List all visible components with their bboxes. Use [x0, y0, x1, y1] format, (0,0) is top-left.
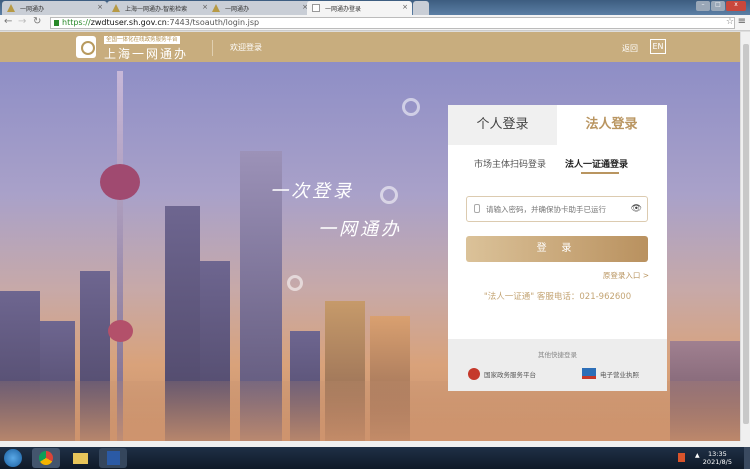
- tower-sphere: [100, 164, 140, 200]
- hotline-text: "法人一证通" 客服电话：021-962600: [483, 292, 632, 302]
- tab-label: 一网通办: [20, 6, 45, 13]
- light-ring: [287, 275, 303, 291]
- close-window-button[interactable]: x: [726, 1, 746, 11]
- scrollbar-thumb[interactable]: [743, 44, 749, 424]
- business-license-icon: [582, 368, 596, 379]
- password-field[interactable]: 👁: [466, 196, 648, 222]
- old-login-link[interactable]: 原登录入口 >: [603, 270, 649, 281]
- national-platform-login[interactable]: 国家政务服务平台: [468, 368, 536, 380]
- quick-login-label: 电子营业执照: [600, 370, 639, 379]
- taskbar: ▲ 13:35 2021/8/5: [0, 447, 750, 469]
- eye-hidden-icon[interactable]: 👁: [631, 204, 642, 214]
- logo-icon[interactable]: [76, 36, 96, 58]
- hero-slogan-1: 一次登录: [270, 181, 354, 202]
- quick-login-section: 其他快捷登录 国家政务服务平台 电子营业执照: [448, 339, 667, 391]
- close-tab-icon[interactable]: ×: [97, 3, 103, 11]
- address-bar-row: ← → ↻ https://zwdtuser.sh.gov.cn:7443/ts…: [0, 15, 750, 31]
- login-button[interactable]: 登 录: [466, 236, 648, 262]
- national-emblem-icon: [468, 368, 480, 380]
- tab-label: 一网通办登录: [325, 6, 362, 13]
- menu-icon[interactable]: ≡: [738, 16, 746, 27]
- hero-slogan-2: 一网通办: [318, 219, 402, 240]
- site-icon: [112, 4, 120, 12]
- login-panel: 个人登录 法人登录 市场主体扫码登录 法人一证通登录 👁 登 录 原登录入口 >…: [448, 105, 667, 391]
- url-input[interactable]: https://zwdtuser.sh.gov.cn:7443/tsoauth/…: [50, 17, 735, 29]
- close-tab-icon[interactable]: ×: [402, 3, 408, 11]
- browser-tab[interactable]: 一网通办 ×: [207, 1, 312, 15]
- tab-label: 一网通办: [225, 6, 250, 13]
- quick-login-title: 其他快捷登录: [538, 351, 577, 359]
- windows-start-icon[interactable]: [4, 449, 22, 467]
- url-path: :7443/tsoauth/login.jsp: [166, 18, 260, 27]
- back-link[interactable]: 返回: [622, 43, 638, 54]
- quick-login-label: 国家政务服务平台: [484, 371, 536, 379]
- url-host: zwdtuser.sh.gov.cn: [90, 18, 167, 27]
- active-subtab-indicator: [581, 172, 619, 174]
- subtab-qr-login[interactable]: 市场主体扫码登录: [474, 157, 546, 170]
- language-toggle[interactable]: EN: [650, 39, 666, 54]
- tab-label: 上海一网通办-智能检索: [125, 6, 188, 13]
- browser-tab-active[interactable]: 一网通办登录 ×: [307, 1, 412, 15]
- reload-icon[interactable]: ↻: [33, 16, 41, 27]
- back-arrow-icon[interactable]: ←: [4, 16, 12, 27]
- word-taskbar-icon[interactable]: [99, 448, 127, 468]
- page-icon: [312, 4, 320, 12]
- window-controls: – □ x: [696, 1, 746, 11]
- tab-legal-login[interactable]: 法人登录: [557, 105, 666, 145]
- tab-personal-login[interactable]: 个人登录: [448, 105, 557, 145]
- light-ring: [380, 186, 398, 204]
- clock[interactable]: 13:35 2021/8/5: [703, 450, 732, 466]
- site-header: 全国一体化在线政务服务平台 上海一网通办 欢迎登录 返回 EN: [0, 32, 740, 62]
- clock-date: 2021/8/5: [702, 458, 732, 466]
- forward-arrow-icon[interactable]: →: [18, 16, 26, 27]
- browser-tab[interactable]: 一网通办 ×: [2, 1, 107, 15]
- chrome-taskbar-icon[interactable]: [32, 448, 60, 468]
- new-tab-button[interactable]: [413, 1, 429, 15]
- bookmark-star-icon[interactable]: ☆: [726, 17, 734, 27]
- browser-tab-bar: 一网通办 × 上海一网通办-智能检索 × 一网通办 × 一网通办登录 × – □ x: [0, 0, 750, 15]
- input-method-icon[interactable]: [678, 453, 685, 462]
- brand-name[interactable]: 上海一网通办: [104, 45, 188, 62]
- header-slogan: 全国一体化在线政务服务平台: [104, 36, 180, 44]
- show-desktop-button[interactable]: [744, 447, 750, 469]
- site-icon: [7, 4, 15, 12]
- url-scheme: https://: [62, 18, 91, 27]
- subtab-certificate-login[interactable]: 法人一证通登录: [565, 157, 628, 170]
- welcome-text: 欢迎登录: [230, 43, 262, 52]
- password-input[interactable]: [486, 202, 626, 216]
- divider: [212, 40, 213, 56]
- minimize-button[interactable]: –: [696, 1, 710, 11]
- e-license-login[interactable]: 电子营业执照: [582, 368, 639, 379]
- vertical-scrollbar[interactable]: [740, 32, 750, 441]
- clock-time: 13:35: [708, 450, 727, 458]
- lock-icon: [54, 20, 59, 26]
- browser-tab[interactable]: 上海一网通办-智能检索 ×: [107, 1, 212, 15]
- site-icon: [212, 4, 220, 12]
- folder-taskbar-icon[interactable]: [66, 448, 94, 468]
- maximize-button[interactable]: □: [711, 1, 725, 11]
- tray-expand-icon[interactable]: ▲: [695, 452, 700, 459]
- usb-key-icon: [474, 204, 480, 213]
- tower-sphere: [108, 320, 133, 342]
- light-ring: [402, 98, 420, 116]
